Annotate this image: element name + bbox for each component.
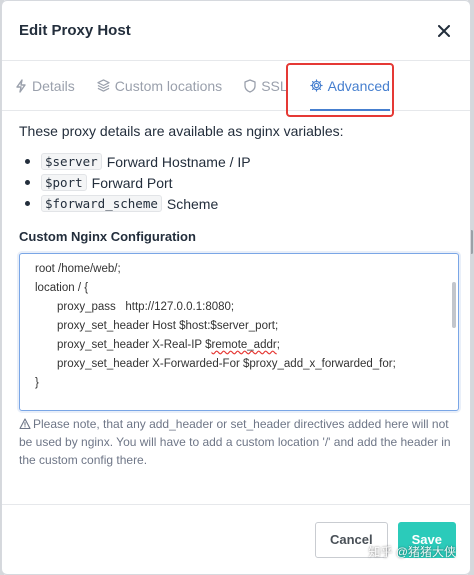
variables-list: $server Forward Hostname / IP $port Forw… xyxy=(25,151,453,214)
variables-intro: These proxy details are available as ngi… xyxy=(19,123,344,139)
tab-custom-locations-label: Custom locations xyxy=(114,77,223,94)
config-line-part: proxy_set_header X-Real-IP $ xyxy=(57,339,212,351)
note-text: Please note, that any add_header or set_… xyxy=(19,417,451,467)
custom-nginx-config-textarea[interactable]: root /home/web/; location / { proxy_pass… xyxy=(19,253,459,411)
config-line: proxy_pass http://127.0.0.1:8080; xyxy=(57,301,235,313)
advanced-panel: These proxy details are available as ngi… xyxy=(2,111,470,469)
config-line: location / { xyxy=(35,282,89,294)
cancel-button[interactable]: Cancel xyxy=(314,521,388,558)
tab-details[interactable]: Details xyxy=(15,61,75,111)
variable-desc: Forward Hostname / IP xyxy=(106,153,251,170)
gear-icon xyxy=(309,79,323,92)
config-label: Custom Nginx Configuration xyxy=(19,229,196,244)
tab-advanced[interactable]: Advanced xyxy=(309,61,391,111)
list-item: $server Forward Hostname / IP xyxy=(25,151,453,172)
tab-ssl-label: SSL xyxy=(261,77,288,94)
variable-code: $server xyxy=(41,153,102,170)
header-directive-note: Please note, that any add_header or set_… xyxy=(19,415,459,469)
modal-header: Edit Proxy Host xyxy=(2,1,470,61)
list-item: $port Forward Port xyxy=(25,172,453,193)
layers-icon xyxy=(97,79,110,92)
config-line: } xyxy=(35,377,39,389)
variable-desc: Forward Port xyxy=(91,174,173,191)
close-icon xyxy=(438,24,450,37)
config-line: proxy_set_header Host $host:$server_port… xyxy=(57,320,279,332)
save-button[interactable]: Save xyxy=(397,521,456,558)
variable-desc: Scheme xyxy=(166,195,219,212)
misspelled-token: remote_addr xyxy=(211,339,277,351)
tab-details-label: Details xyxy=(32,77,75,94)
tab-custom-locations[interactable]: Custom locations xyxy=(97,61,222,111)
close-button[interactable] xyxy=(435,22,453,40)
list-item: $forward_scheme Scheme xyxy=(25,193,453,214)
warning-icon xyxy=(19,418,31,430)
edit-proxy-host-modal: Edit Proxy Host Details Custom locations xyxy=(1,0,471,575)
variable-code: $forward_scheme xyxy=(41,195,162,212)
config-line: proxy_set_header X-Forwarded-For $proxy_… xyxy=(57,358,396,370)
tab-ssl[interactable]: SSL xyxy=(244,61,288,111)
config-line: proxy_set_header X-Real-IP $remote_addr; xyxy=(35,336,444,355)
modal-footer: Cancel Save xyxy=(2,504,470,574)
tab-bar: Details Custom locations SSL Advanced xyxy=(2,61,470,111)
variable-code: $port xyxy=(41,174,87,191)
config-line-part: ; xyxy=(276,339,280,351)
config-line: root /home/web/; xyxy=(35,263,121,275)
modal-title: Edit Proxy Host xyxy=(19,22,131,39)
shield-icon xyxy=(244,78,256,93)
textarea-scrollbar[interactable] xyxy=(452,282,456,328)
bolt-icon xyxy=(16,78,26,93)
tab-advanced-label: Advanced xyxy=(327,77,390,94)
